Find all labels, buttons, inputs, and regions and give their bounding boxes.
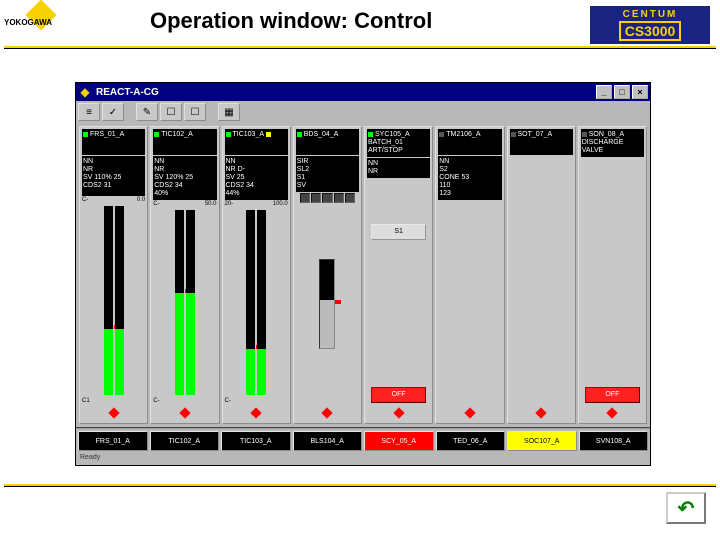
faceplate-7[interactable]: SON_08_A DISCHARGE VALVE OFF: [578, 126, 647, 424]
fp-single-bar[interactable]: [296, 204, 359, 404]
toolbar-btn-1[interactable]: ≡: [78, 103, 100, 121]
fp-params: NN NR D- SV 25 CDS2 34 44%: [225, 156, 288, 200]
brand-text: YOKOGAWA: [4, 18, 52, 27]
fp-bargraph[interactable]: [82, 204, 145, 397]
point-button-4[interactable]: SCY_05_A: [364, 431, 434, 451]
status-bar: Ready: [76, 453, 650, 465]
fp-header: TIC103_A: [225, 129, 288, 155]
toolbar-btn-4[interactable]: ☐: [160, 103, 182, 121]
point-button-5[interactable]: TED_06_A: [436, 431, 506, 451]
point-button-0[interactable]: FRS_01_A: [78, 431, 148, 451]
fp-header: BDS_04_A: [296, 129, 359, 155]
faceplate-6[interactable]: SOT_07_A: [507, 126, 576, 424]
faceplate-1[interactable]: TIC102_A NN NR SV 120% 25 CDS2 34 40% C-…: [150, 126, 219, 424]
fp-off-button[interactable]: OFF: [371, 387, 426, 403]
fp-params: NN NR SV 110% 25 CDS2 31: [82, 156, 145, 196]
fp-header: TM2106_A: [438, 129, 501, 155]
product-logo: CENTUM CS3000: [590, 6, 710, 44]
fp-header: SOT_07_A: [510, 129, 573, 155]
fp-params: SIR SL2 S1 SV: [296, 156, 359, 192]
close-button[interactable]: ×: [632, 85, 648, 99]
fp-bargraph[interactable]: [153, 208, 216, 397]
fp-header: SYC105_A BATCH_01 ART/STOP: [367, 129, 430, 157]
fp-header: FRS_01_A: [82, 129, 145, 155]
point-button-7[interactable]: SVN108_A: [579, 431, 649, 451]
fp-scale: C- 0.0: [82, 197, 145, 203]
fp-alarm-indicator: [510, 405, 573, 421]
back-button[interactable]: ↶: [666, 492, 706, 524]
maximize-button[interactable]: □: [614, 85, 630, 99]
minimize-button[interactable]: _: [596, 85, 612, 99]
fp-alarm-indicator: [153, 405, 216, 421]
faceplate-area: FRS_01_A NN NR SV 110% 25 CDS2 31 C- 0.0…: [76, 123, 650, 427]
fp-off-button[interactable]: OFF: [585, 387, 640, 403]
fp-alarm-indicator: [367, 405, 430, 421]
point-button-row: FRS_01_A TIC102_A TIC103_A BLS104_A SCY_…: [76, 427, 650, 453]
faceplate-3[interactable]: BDS_04_A SIR SL2 S1 SV: [293, 126, 362, 424]
fp-alarm-indicator: [225, 405, 288, 421]
point-button-1[interactable]: TIC102_A: [150, 431, 220, 451]
operation-window: ◆ REACT-A-CG _ □ × ≡ ✓ ✎ ☐ ☐ ▦ FRS_01_A …: [75, 82, 651, 466]
page-title: Operation window: Control: [150, 8, 432, 34]
fp-bargraph[interactable]: [225, 208, 288, 397]
footer-rule: [4, 484, 716, 487]
fp-alarm-indicator: [82, 405, 145, 421]
faceplate-4[interactable]: SYC105_A BATCH_01 ART/STOP NN NR S1 OFF: [364, 126, 433, 424]
point-button-3[interactable]: BLS104_A: [293, 431, 363, 451]
system-menu-icon[interactable]: ◆: [78, 85, 92, 99]
faceplate-5[interactable]: TM2106_A NN S2 CONE 53 110 123: [435, 126, 504, 424]
window-titlebar[interactable]: ◆ REACT-A-CG _ □ ×: [76, 83, 650, 101]
fp-header: TIC102_A: [153, 129, 216, 155]
fp-alarm-indicator: [581, 405, 644, 421]
fp-header: SON_08_A DISCHARGE VALVE: [581, 129, 644, 157]
product-name-2: CS3000: [619, 21, 682, 41]
faceplate-0[interactable]: FRS_01_A NN NR SV 110% 25 CDS2 31 C- 0.0…: [79, 126, 148, 424]
toolbar-btn-2[interactable]: ✓: [102, 103, 124, 121]
product-name-1: CENTUM: [623, 9, 678, 20]
toolbar-btn-3[interactable]: ✎: [136, 103, 158, 121]
fp-out-scale: C-: [153, 398, 216, 404]
fp-scale: C- 50.0: [153, 201, 216, 207]
toolbar-btn-5[interactable]: ☐: [184, 103, 206, 121]
toolbar-btn-6[interactable]: ▦: [218, 103, 240, 121]
fp-out-scale: C1: [82, 398, 145, 404]
point-button-2[interactable]: TIC103_A: [221, 431, 291, 451]
fp-scale: 20- 100.0: [225, 201, 288, 207]
faceplate-2[interactable]: TIC103_A NN NR D- SV 25 CDS2 34 44% 20- …: [222, 126, 291, 424]
fp-params: NN NR: [367, 158, 430, 178]
fp-lamp-strip: [296, 193, 359, 203]
fp-params: NN S2 CONE 53 110 123: [438, 156, 501, 200]
fp-alarm-indicator: [438, 405, 501, 421]
fp-params: NN NR SV 120% 25 CDS2 34 40%: [153, 156, 216, 200]
fp-out-scale: C-: [225, 398, 288, 404]
window-title: REACT-A-CG: [96, 87, 594, 98]
point-button-6[interactable]: SOC107_A: [507, 431, 577, 451]
toolbar: ≡ ✓ ✎ ☐ ☐ ▦: [76, 101, 650, 123]
fp-s1-button[interactable]: S1: [371, 224, 426, 240]
header-rule: [4, 46, 716, 49]
fp-alarm-indicator: [296, 405, 359, 421]
